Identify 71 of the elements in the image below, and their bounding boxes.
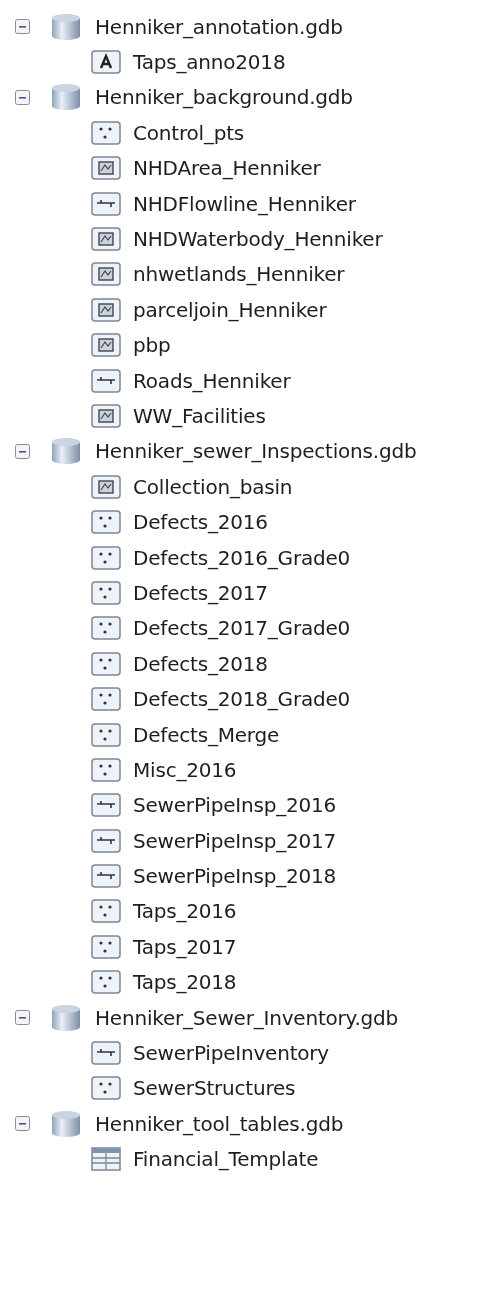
layer-label[interactable]: Misc_2016 <box>133 757 237 782</box>
layer-label[interactable]: Defects_2018_Grade0 <box>133 687 351 712</box>
layer-label[interactable]: Defects_2018 <box>133 651 268 676</box>
layer-label[interactable]: parceljoin_Henniker <box>133 297 327 322</box>
point-layer-icon <box>91 580 121 605</box>
point-layer-icon <box>91 120 121 145</box>
point-layer-icon <box>91 545 121 570</box>
layer-label[interactable]: nhwetlands_Henniker <box>133 262 345 287</box>
database-label[interactable]: Henniker_background.gdb <box>95 85 353 110</box>
layer-label[interactable]: Taps_2018 <box>133 970 237 995</box>
layer-label[interactable]: WW_Facilities <box>133 404 266 428</box>
layer-label[interactable]: SewerPipeInsp_2016 <box>133 793 337 818</box>
database-label[interactable]: Henniker_Sewer_Inventory.gdb <box>95 1005 399 1030</box>
point-layer-icon <box>91 687 121 712</box>
annotation-icon <box>91 50 121 75</box>
collapse-toggle[interactable] <box>15 89 30 105</box>
layer-label[interactable]: Defects_2016 <box>133 510 268 535</box>
collapse-toggle[interactable] <box>15 19 30 35</box>
layer-label[interactable]: SewerPipeInventory <box>133 1041 329 1065</box>
database-label[interactable]: Henniker_annotation.gdb <box>95 14 343 39</box>
polygon-layer-icon <box>91 297 121 322</box>
database-label[interactable]: Henniker_tool_tables.gdb <box>95 1111 344 1136</box>
layer-label[interactable]: Taps_2016 <box>133 899 237 924</box>
collapse-toggle[interactable] <box>15 443 30 459</box>
database-label[interactable]: Henniker_sewer_Inspections.gdb <box>95 439 417 464</box>
point-layer-icon <box>91 651 121 676</box>
point-layer-icon <box>91 722 121 747</box>
database-icon <box>50 437 82 466</box>
polygon-layer-icon <box>91 262 121 287</box>
layer-label[interactable]: Taps_2017 <box>133 934 237 959</box>
layer-label[interactable]: Control_pts <box>133 120 245 145</box>
polygon-layer-icon <box>91 333 121 358</box>
layer-label[interactable]: Roads_Henniker <box>133 368 291 393</box>
collapse-toggle[interactable] <box>15 1116 30 1132</box>
polygon-layer-icon <box>91 404 121 428</box>
database-icon <box>50 1003 82 1032</box>
layer-label[interactable]: Defects_2016_Grade0 <box>133 545 351 570</box>
layer-label[interactable]: SewerPipeInsp_2017 <box>133 828 337 853</box>
layer-label[interactable]: SewerPipeInsp_2018 <box>133 864 337 889</box>
layer-label[interactable]: Defects_Merge <box>133 722 280 747</box>
layer-label[interactable]: Defects_2017 <box>133 580 268 605</box>
layer-label[interactable]: Taps_anno2018 <box>133 50 286 75</box>
point-layer-icon <box>91 757 121 782</box>
collapse-toggle[interactable] <box>15 1010 30 1026</box>
table-icon <box>91 1147 121 1172</box>
line-layer-icon <box>91 1041 121 1065</box>
line-layer-icon <box>91 828 121 853</box>
point-layer-icon <box>91 899 121 924</box>
polygon-layer-icon <box>91 227 121 252</box>
layer-label[interactable]: Collection_basin <box>133 474 293 499</box>
database-icon <box>50 12 82 41</box>
layer-label[interactable]: Financial_Template <box>133 1147 319 1172</box>
layer-label[interactable]: NHDWaterbody_Henniker <box>133 227 383 252</box>
point-layer-icon <box>91 970 121 995</box>
polygon-layer-icon <box>91 474 121 499</box>
layer-label[interactable]: NHDFlowline_Henniker <box>133 191 356 216</box>
point-layer-icon <box>91 934 121 959</box>
line-layer-icon <box>91 191 121 216</box>
point-layer-icon <box>91 510 121 535</box>
layer-label[interactable]: SewerStructures <box>133 1076 296 1101</box>
polygon-layer-icon <box>91 156 121 181</box>
line-layer-icon <box>91 864 121 889</box>
point-layer-icon <box>91 616 121 641</box>
layer-label[interactable]: Defects_2017_Grade0 <box>133 616 351 641</box>
point-layer-icon <box>91 1076 121 1101</box>
line-layer-icon <box>91 368 121 393</box>
database-icon <box>50 1109 82 1138</box>
layer-label[interactable]: NHDArea_Henniker <box>133 156 321 181</box>
line-layer-icon <box>91 793 121 818</box>
database-icon <box>50 83 82 112</box>
layer-label[interactable]: pbp <box>133 333 171 358</box>
